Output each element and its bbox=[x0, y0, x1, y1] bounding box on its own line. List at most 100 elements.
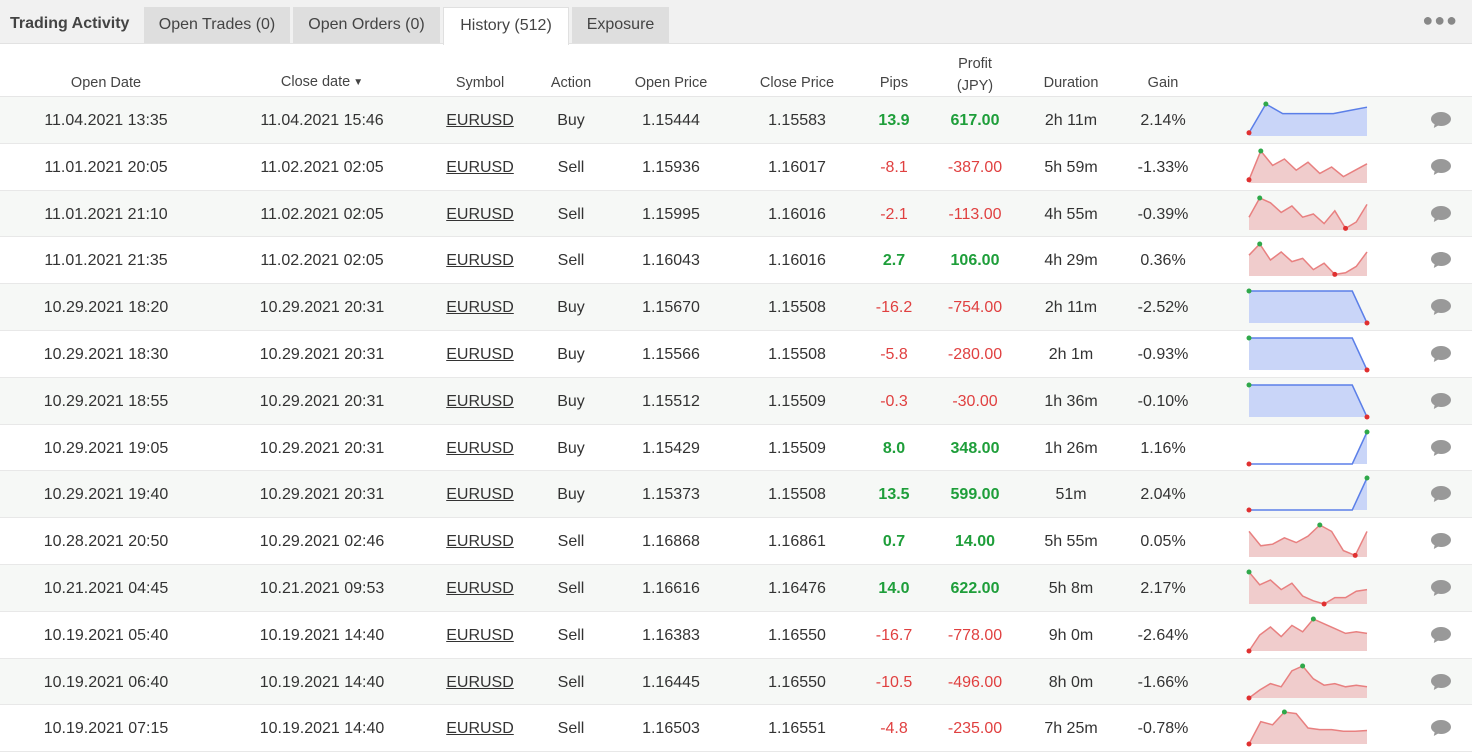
sparkline-area bbox=[1249, 337, 1367, 370]
sparkline-line bbox=[1249, 478, 1368, 512]
open-price-cell: 1.15995 bbox=[642, 205, 700, 223]
table-row[interactable]: 10.29.2021 18:20 10.29.2021 20:31 EURUSD Bu… bbox=[0, 284, 1472, 331]
tab-history[interactable]: History (512) bbox=[443, 7, 569, 45]
price-sparkline bbox=[1246, 148, 1368, 183]
symbol-link[interactable]: EURUSD bbox=[430, 518, 530, 564]
comment-icon[interactable] bbox=[1430, 579, 1452, 597]
sparkline-high-dot bbox=[1364, 475, 1370, 481]
action-cell: Sell bbox=[557, 673, 585, 691]
col-profit[interactable]: Profit (JPY) bbox=[935, 53, 1015, 97]
sparkline-low-dot bbox=[1246, 695, 1252, 701]
open-price-cell: 1.16616 bbox=[642, 579, 700, 597]
symbol-link[interactable]: EURUSD bbox=[430, 612, 530, 658]
col-close-date[interactable]: Close date ▼ bbox=[252, 74, 392, 90]
comment-icon[interactable] bbox=[1430, 439, 1452, 457]
price-sparkline bbox=[1246, 429, 1370, 467]
symbol-link[interactable]: EURUSD bbox=[430, 705, 530, 751]
open-price-cell: 1.15936 bbox=[642, 158, 700, 176]
comment-icon[interactable] bbox=[1430, 298, 1452, 316]
sparkline-area bbox=[1249, 197, 1367, 230]
table-row[interactable]: 11.01.2021 21:10 11.02.2021 02:05 EURUSD Se… bbox=[0, 190, 1472, 238]
table-row[interactable]: 10.19.2021 05:40 10.19.2021 14:40 EURUSD Se… bbox=[0, 612, 1472, 659]
action-cell: Buy bbox=[557, 439, 585, 457]
open-date-cell: 10.29.2021 19:40 bbox=[43, 486, 169, 504]
close-price-cell: 1.15508 bbox=[768, 486, 826, 504]
col-duration[interactable]: Duration bbox=[1026, 75, 1116, 91]
pips-cell: 2.7 bbox=[882, 252, 906, 270]
open-price-cell: 1.15444 bbox=[642, 112, 700, 129]
sparkline-high-dot bbox=[1364, 429, 1370, 435]
col-gain[interactable]: Gain bbox=[1128, 75, 1198, 91]
symbol-link[interactable]: EURUSD bbox=[430, 97, 530, 143]
col-close-price[interactable]: Close Price bbox=[747, 75, 847, 91]
symbol-link[interactable]: EURUSD bbox=[430, 191, 530, 237]
comment-icon[interactable] bbox=[1430, 719, 1452, 737]
duration-cell: 2h 11m bbox=[1044, 112, 1098, 129]
sparkline-area bbox=[1249, 431, 1367, 464]
close-date-cell: 10.29.2021 02:46 bbox=[259, 533, 385, 551]
sparkline-low-dot bbox=[1246, 648, 1252, 654]
sparkline-low-dot bbox=[1246, 177, 1252, 183]
close-price-cell: 1.15509 bbox=[768, 439, 826, 457]
symbol-link[interactable]: EURUSD bbox=[430, 144, 530, 190]
close-date-cell: 11.02.2021 02:05 bbox=[260, 205, 384, 223]
open-date-cell: 11.01.2021 20:05 bbox=[44, 158, 168, 176]
table-row[interactable]: 10.21.2021 04:45 10.21.2021 09:53 EURUSD Se… bbox=[0, 564, 1472, 612]
col-pips[interactable]: Pips bbox=[864, 75, 924, 91]
symbol-link[interactable]: EURUSD bbox=[430, 659, 530, 705]
symbol-link[interactable]: EURUSD bbox=[430, 284, 530, 330]
open-price-cell: 1.16383 bbox=[642, 626, 700, 644]
comment-icon[interactable] bbox=[1430, 673, 1452, 691]
comment-icon[interactable] bbox=[1430, 532, 1452, 550]
table-row[interactable]: 11.01.2021 20:05 11.02.2021 02:05 EURUSD Se… bbox=[0, 144, 1472, 191]
gain-cell: -0.10% bbox=[1137, 392, 1189, 410]
comment-icon[interactable] bbox=[1430, 111, 1452, 129]
close-date-cell: 10.29.2021 20:31 bbox=[259, 299, 385, 317]
table-row[interactable]: 10.29.2021 18:30 10.29.2021 20:31 EURUSD Bu… bbox=[0, 331, 1472, 378]
gain-cell: -0.39% bbox=[1137, 205, 1189, 223]
pips-cell: 13.9 bbox=[878, 112, 910, 129]
sparkline-area bbox=[1249, 291, 1367, 324]
tab-exposure[interactable]: Exposure bbox=[572, 7, 669, 43]
comment-icon[interactable] bbox=[1430, 345, 1452, 363]
table-row[interactable]: 11.04.2021 13:35 11.04.2021 15:46 EURUSD Bu… bbox=[0, 97, 1472, 144]
gain-cell: -2.52% bbox=[1137, 299, 1189, 317]
comment-icon[interactable] bbox=[1430, 205, 1452, 223]
col-open-price[interactable]: Open Price bbox=[621, 75, 721, 91]
close-date-cell: 10.21.2021 09:53 bbox=[259, 579, 385, 597]
table-row[interactable]: 10.29.2021 18:55 10.29.2021 20:31 EURUSD Bu… bbox=[0, 377, 1472, 425]
symbol-link[interactable]: EURUSD bbox=[430, 237, 530, 283]
table-row[interactable]: 10.19.2021 06:40 10.19.2021 14:40 EURUSD Se… bbox=[0, 658, 1472, 706]
symbol-link[interactable]: EURUSD bbox=[430, 565, 530, 611]
close-date-cell: 10.29.2021 20:31 bbox=[259, 392, 385, 410]
duration-cell: 2h 1m bbox=[1048, 345, 1094, 363]
comment-icon[interactable] bbox=[1430, 158, 1452, 176]
symbol-link[interactable]: EURUSD bbox=[430, 378, 530, 424]
col-profit-line2: (JPY) bbox=[956, 78, 994, 94]
comment-icon[interactable] bbox=[1430, 485, 1452, 503]
sparkline-high-dot bbox=[1263, 101, 1269, 107]
comment-icon[interactable] bbox=[1430, 251, 1452, 269]
col-open-date[interactable]: Open Date bbox=[36, 75, 176, 91]
sparkline-low-dot bbox=[1321, 601, 1327, 607]
comment-icon[interactable] bbox=[1430, 392, 1452, 410]
symbol-link[interactable]: EURUSD bbox=[430, 331, 530, 377]
sparkline-high-dot bbox=[1257, 195, 1263, 201]
col-action[interactable]: Action bbox=[531, 75, 611, 91]
col-symbol[interactable]: Symbol bbox=[430, 75, 530, 91]
pips-cell: 0.7 bbox=[882, 533, 906, 551]
close-date-cell: 11.02.2021 02:05 bbox=[260, 158, 384, 176]
gain-cell: 1.16% bbox=[1140, 439, 1186, 457]
symbol-link[interactable]: EURUSD bbox=[430, 471, 530, 517]
table-row[interactable]: 10.29.2021 19:40 10.29.2021 20:31 EURUSD Bu… bbox=[0, 471, 1472, 519]
symbol-link[interactable]: EURUSD bbox=[430, 425, 530, 471]
table-row[interactable]: 11.01.2021 21:35 11.02.2021 02:05 EURUSD Se… bbox=[0, 237, 1472, 285]
table-row[interactable]: 10.28.2021 20:50 10.29.2021 02:46 EURUSD Se… bbox=[0, 518, 1472, 565]
comment-icon[interactable] bbox=[1430, 626, 1452, 644]
table-row[interactable]: 10.29.2021 19:05 10.29.2021 20:31 EURUSD Bu… bbox=[0, 425, 1472, 472]
tab-open-trades[interactable]: Open Trades (0) bbox=[144, 7, 290, 43]
ellipsis-icon[interactable]: ●●● bbox=[1422, 10, 1458, 31]
tab-open-orders[interactable]: Open Orders (0) bbox=[293, 7, 440, 43]
sparkline-low-dot bbox=[1364, 367, 1370, 373]
table-row[interactable]: 10.19.2021 07:15 10.19.2021 14:40 EURUSD Se… bbox=[0, 705, 1472, 752]
